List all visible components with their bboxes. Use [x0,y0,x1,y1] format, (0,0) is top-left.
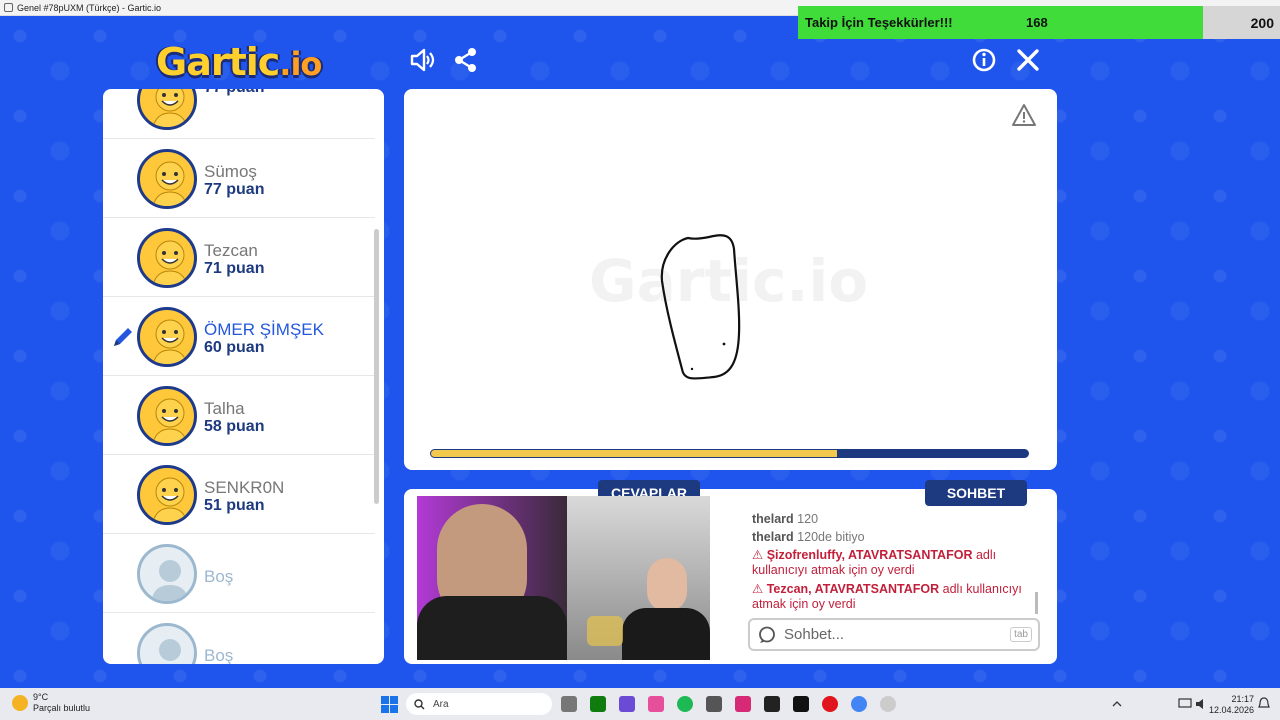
drawing-canvas[interactable]: Gartic.io [404,89,1057,470]
capcut-icon[interactable] [764,696,780,712]
avatar [137,149,197,209]
player-name: Tezcan [204,241,258,260]
weather-temp: 9°C [33,692,49,702]
player-row[interactable]: 77 puan [103,89,375,139]
spotify-icon[interactable] [677,696,693,712]
windows-taskbar: 9°C Parçalı bulutlu Ara 21:17 12.04.2026 [0,688,1280,720]
chat-user: thelard [752,530,794,544]
taskbar-search[interactable]: Ara [406,693,552,715]
goal-current: 168 [1026,15,1048,30]
player-name: Boş [204,646,234,664]
taskbar-search-label: Ara [433,698,449,710]
tiktok-icon[interactable] [793,696,809,712]
speaker-icon[interactable] [1195,698,1209,710]
webcam-overlay [417,496,710,660]
obs-icon[interactable] [880,696,896,712]
player-row[interactable]: ÖMER ŞİMŞEK 60 puan [103,297,375,376]
player-row[interactable]: SENKR0N 51 puan [103,455,375,534]
weather-cloud-icon [12,695,28,711]
close-icon[interactable] [1014,46,1042,74]
search-icon [414,698,425,709]
chat-message: thelard 120 [752,512,1038,527]
alert-names: Şizofrenluffy, ATAVRATSANTAFOR [766,548,973,562]
drawing-sketch [660,234,741,380]
chat-message: thelard 120de bitiyo [752,530,1038,545]
follower-goal-overlay: Takip İçin Teşekkürler!!! 168 200 [798,6,1280,39]
copilot-icon[interactable] [648,696,664,712]
chat-bubble-icon [759,626,775,643]
chat-input[interactable] [784,626,1004,643]
window-title: Genel #78pUXM (Türkçe) - Gartic.io [17,2,162,13]
empty-avatar [137,623,197,664]
chat-messages: thelard 120 thelard 120de bitiyo ⚠ Şizofr… [752,512,1038,616]
chat-user: thelard [752,512,794,526]
opera-icon[interactable] [822,696,838,712]
goal-progress-bar: Takip İçin Teşekkürler!!! 168 [798,6,1203,39]
goal-target: 200 [1203,6,1280,39]
player-score: 60 puan [204,339,265,356]
round-timer-fill [431,450,837,457]
player-row[interactable]: Tezcan 71 puan [103,218,375,297]
avatar [137,465,197,525]
chat-text: 120 [797,512,819,526]
player-score: 77 puan [204,89,264,97]
avatar [137,307,197,367]
avatar [137,89,197,130]
player-name: SENKR0N [204,478,285,497]
chat-scrollbar[interactable] [1035,592,1038,614]
app-icon [4,3,13,12]
task-view-icon[interactable] [561,696,577,712]
player-name: ÖMER ŞİMŞEK [204,320,324,339]
player-score: 58 puan [204,418,265,435]
report-warning-icon[interactable] [1011,103,1037,127]
clock-date: 12.04.2026 [1208,705,1254,715]
tab-key-hint: tab [1010,627,1032,642]
instagram-icon[interactable] [735,696,751,712]
player-slot-empty[interactable]: Boş [103,613,375,664]
tab-chat[interactable]: SOHBET [925,480,1027,506]
player-score: 77 puan [204,181,265,198]
clock-time: 21:17 [1231,694,1254,704]
network-icon[interactable] [1178,698,1192,710]
player-score: 71 puan [204,260,265,277]
alert-names: Tezcan, ATAVRATSANTAFOR [766,582,940,596]
chrome-icon[interactable] [851,696,867,712]
app-icon[interactable] [619,696,635,712]
calculator-icon[interactable] [706,696,722,712]
xbox-icon[interactable] [590,696,606,712]
windows-start-icon[interactable] [381,696,398,713]
empty-avatar [137,544,197,604]
chat-text: 120de bitiyo [797,530,865,544]
pencil-icon [114,328,132,346]
system-clock[interactable]: 21:17 12.04.2026 [1208,694,1254,716]
player-row[interactable]: Talha 58 puan [103,376,375,455]
alert-icon: ⚠ [752,582,764,596]
vote-kick-alert: ⚠ Şizofrenluffy, ATAVRATSANTAFOR adlı ku… [752,548,1038,578]
player-name: Sümoş [204,162,257,181]
players-panel: 77 puanSümoş77 puanTezcan71 puanÖMER ŞİM… [103,89,384,664]
chevron-up-icon[interactable] [1112,699,1122,709]
alert-icon: ⚠ [752,548,764,562]
share-icon[interactable] [452,46,480,74]
weather-widget[interactable]: 9°C Parçalı bulutlu [12,692,90,714]
avatar [137,228,197,288]
weather-text: Parçalı bulutlu [33,703,91,713]
goal-label: Takip İçin Teşekkürler!!! [805,15,953,30]
players-scrollbar[interactable] [374,229,379,504]
info-icon[interactable] [970,46,998,74]
player-slot-empty[interactable]: Boş [103,534,375,613]
player-row[interactable]: Sümoş 77 puan [103,139,375,218]
avatar [137,386,197,446]
round-timer [430,449,1029,458]
gartic-logo: Gartic.io [156,40,322,84]
chat-input-box[interactable]: tab [748,618,1040,651]
volume-icon[interactable] [408,46,436,74]
vote-kick-alert: ⚠ Tezcan, ATAVRATSANTAFOR adlı kullanıcı… [752,582,1038,612]
player-name: Talha [204,399,245,418]
notification-bell-icon[interactable] [1258,697,1270,711]
player-score: 51 puan [204,497,265,514]
player-name: Boş [204,567,234,586]
